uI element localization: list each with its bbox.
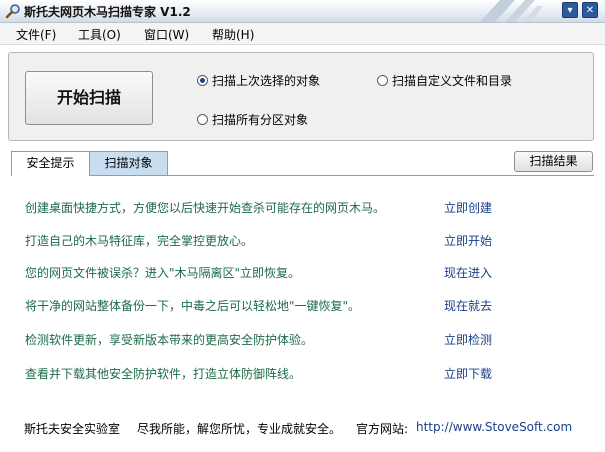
footer-slogan: 尽我所能，解您所忧，专业成就安全。 xyxy=(137,422,342,436)
menu-tools[interactable]: 工具(O) xyxy=(78,26,121,43)
footer-website-link[interactable]: http://www.StoveSoft.com xyxy=(416,420,572,434)
tip-action-link[interactable]: 立即检测 xyxy=(444,331,492,348)
window-title: 斯托夫网页木马扫描专家 V1.2 xyxy=(24,5,191,19)
start-scan-button[interactable]: 开始扫描 xyxy=(25,71,153,125)
decorative-pattern-icon xyxy=(480,0,543,22)
title-bar: 斯托夫网页木马扫描专家 V1.2 ▾ ✕ xyxy=(0,0,605,23)
tips-panel: 创建桌面快捷方式，方便您以后快速开始查杀可能存在的网页木马。 立即创建 打造自己… xyxy=(11,175,594,402)
tip-action-link[interactable]: 立即下载 xyxy=(444,365,492,382)
tip-text: 您的网页文件被误杀？进入"木马隔离区"立即恢复。 xyxy=(25,266,301,280)
option-label: 扫描所有分区对象 xyxy=(212,113,309,127)
footer-lab-name: 斯托夫安全实验室 xyxy=(24,422,121,436)
tab-safety-tips[interactable]: 安全提示 xyxy=(11,151,90,176)
tip-text: 打造自己的木马特征库，完全掌控更放心。 xyxy=(25,234,254,248)
option-last-selected[interactable]: 扫描上次选择的对象 xyxy=(197,72,320,89)
menu-window[interactable]: 窗口(W) xyxy=(144,26,189,43)
tip-text: 检测软件更新，享受新版本带来的更高安全防护体验。 xyxy=(25,333,314,347)
scan-results-button[interactable]: 扫描结果 xyxy=(514,151,593,172)
tip-action-link[interactable]: 现在进入 xyxy=(444,264,492,281)
tip-action-link[interactable]: 立即创建 xyxy=(444,199,492,216)
tip-action-link[interactable]: 立即开始 xyxy=(444,232,492,249)
tip-action-link[interactable]: 现在就去 xyxy=(444,297,492,314)
scan-panel: 开始扫描 扫描上次选择的对象 扫描自定义文件和目录 扫描所有分区对象 xyxy=(8,52,594,141)
magnifier-icon xyxy=(5,4,20,19)
option-label: 扫描自定义文件和目录 xyxy=(392,74,513,88)
tip-text: 将干净的网站整体备份一下，中毒之后可以轻松地"一键恢复"。 xyxy=(25,299,361,313)
minimize-button[interactable]: ▾ xyxy=(562,2,578,18)
footer-site-label: 官方网站: xyxy=(356,422,409,436)
menu-bar: 文件(F) 工具(O) 窗口(W) 帮助(H) xyxy=(0,23,605,45)
tip-text: 查看并下载其他安全防护软件，打造立体防御阵线。 xyxy=(25,367,302,381)
radio-unselected-icon[interactable] xyxy=(197,114,208,125)
tip-text: 创建桌面快捷方式，方便您以后快速开始查杀可能存在的网页木马。 xyxy=(25,201,386,215)
option-all-partitions[interactable]: 扫描所有分区对象 xyxy=(197,111,308,128)
menu-help[interactable]: 帮助(H) xyxy=(212,26,254,43)
menu-file[interactable]: 文件(F) xyxy=(16,26,56,43)
option-label: 扫描上次选择的对象 xyxy=(212,74,321,88)
option-custom-files[interactable]: 扫描自定义文件和目录 xyxy=(377,72,512,89)
close-button[interactable]: ✕ xyxy=(582,2,598,18)
radio-selected-icon[interactable] xyxy=(197,75,208,86)
radio-unselected-icon[interactable] xyxy=(377,75,388,86)
tab-scan-targets[interactable]: 扫描对象 xyxy=(89,151,168,175)
